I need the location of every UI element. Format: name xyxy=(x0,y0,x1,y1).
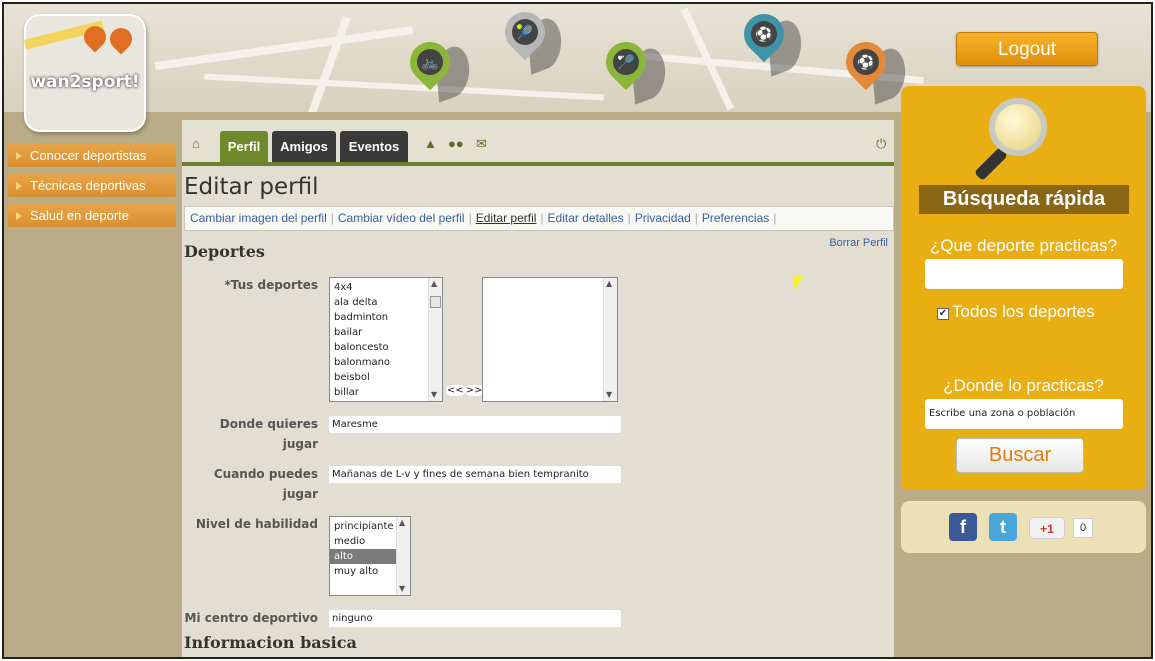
sport-option[interactable]: balonmano xyxy=(330,355,442,370)
subnav-preferencias[interactable]: Preferencias xyxy=(702,211,769,225)
power-icon[interactable]: ⏻ xyxy=(876,136,886,152)
profile-subnav: Cambiar imagen del perfil | Cambiar vídeo … xyxy=(184,206,894,231)
site-logo[interactable]: wan2sport! xyxy=(24,14,146,132)
sports-selected-list[interactable]: ▲ ▼ xyxy=(482,277,618,402)
sport-option[interactable]: billar xyxy=(330,385,442,400)
tab-bar: ⌂ Perfil Amigos Eventos ▲ ●● ✉ ⏻ xyxy=(182,120,894,166)
page-title: Editar perfil xyxy=(184,174,319,200)
tab-amigos[interactable]: Amigos xyxy=(272,131,336,162)
move-right-button[interactable]: >> xyxy=(464,385,484,396)
search-button[interactable]: Buscar xyxy=(956,438,1084,473)
google-plus-count: 0 xyxy=(1073,518,1093,538)
quick-search-panel: Búsqueda rápida ¿Que deporte practicas? … xyxy=(901,86,1146,490)
donde-input[interactable]: Maresme xyxy=(328,415,622,434)
subnav-editar-perfil[interactable]: Editar perfil xyxy=(476,211,537,225)
tab-perfil[interactable]: Perfil xyxy=(220,131,268,162)
centro-input[interactable]: ninguno xyxy=(328,609,622,628)
sport-search-input[interactable] xyxy=(925,259,1123,289)
move-buttons: << >> xyxy=(446,385,484,396)
nivel-label: Nivel de habilidad xyxy=(195,517,318,531)
sport-option[interactable]: baloncesto xyxy=(330,340,442,355)
sport-option[interactable]: beisbol xyxy=(330,370,442,385)
sport-option[interactable]: ala delta xyxy=(330,295,442,310)
quick-search-title: Búsqueda rápida xyxy=(919,185,1129,214)
nav-conocer-deportistas[interactable]: Conocer deportistas xyxy=(8,144,176,167)
checkbox-icon[interactable]: ✔ xyxy=(937,308,949,320)
all-sports-checkbox[interactable]: ✔ Todos los deportes xyxy=(937,302,1095,322)
left-nav: Conocer deportistas Técnicas deportivas … xyxy=(8,144,176,234)
tab-eventos[interactable]: Eventos xyxy=(340,131,408,162)
centro-label: Mi centro deportivo xyxy=(184,611,319,625)
social-panel: f t +1 0 xyxy=(901,501,1146,553)
sport-option[interactable]: bailar xyxy=(330,325,442,340)
browser-frame: 🚲 🎾 🏸 ⚽ ⚽ Logout wan2sport! Conocer depo… xyxy=(2,2,1153,659)
nav-tecnicas-deportivas[interactable]: Técnicas deportivas xyxy=(8,174,176,197)
tus-deportes-label: *Tus deportes xyxy=(224,278,318,292)
section-deportes-heading: Deportes xyxy=(184,242,265,261)
sports-available-list[interactable]: 4x4 ala delta badminton bailar baloncesto bal… xyxy=(329,277,443,402)
home-icon[interactable]: ⌂ xyxy=(192,136,200,151)
sport-option[interactable]: badminton xyxy=(330,310,442,325)
subnav-cambiar-imagen[interactable]: Cambiar imagen del perfil xyxy=(190,211,327,225)
delete-profile-link[interactable]: Borrar Perfil xyxy=(829,237,888,249)
main-content: ⌂ Perfil Amigos Eventos ▲ ●● ✉ ⏻ Editar … xyxy=(182,120,894,657)
where-search-input[interactable]: Escribe una zona o población xyxy=(925,399,1123,429)
nav-salud-en-deporte[interactable]: Salud en deporte xyxy=(8,204,176,227)
mouse-cursor xyxy=(794,276,804,290)
magnifier-icon xyxy=(989,98,1047,156)
subnav-cambiar-video[interactable]: Cambiar vídeo del perfil xyxy=(338,211,465,225)
subnav-editar-detalles[interactable]: Editar detalles xyxy=(548,211,624,225)
google-plus-icon[interactable]: +1 xyxy=(1029,517,1065,539)
sport-question-label: ¿Que deporte practicas? xyxy=(929,236,1118,255)
donde-label: Donde quieres jugar xyxy=(219,417,318,451)
sport-option[interactable]: 4x4 xyxy=(330,280,442,295)
section-info-heading: Informacion basica xyxy=(184,633,357,652)
cuando-label: Cuando puedes jugar xyxy=(213,467,318,501)
subnav-privacidad[interactable]: Privacidad xyxy=(635,211,691,225)
where-question-label: ¿Donde lo practicas? xyxy=(943,376,1104,395)
logout-button[interactable]: Logout xyxy=(956,32,1098,66)
cuando-input[interactable]: Mañanas de L-v y fines de semana bien te… xyxy=(328,465,622,484)
logo-text: wan2sport! xyxy=(30,72,140,92)
move-left-button[interactable]: << xyxy=(446,385,465,396)
bell-icon[interactable]: ▲ xyxy=(424,136,437,151)
nivel-select[interactable]: principiante medio alto muy alto ▲ ▼ xyxy=(329,516,411,596)
facebook-icon[interactable]: f xyxy=(949,513,977,541)
friends-icon[interactable]: ●● xyxy=(448,136,464,151)
mail-icon[interactable]: ✉ xyxy=(476,136,487,152)
twitter-icon[interactable]: t xyxy=(989,513,1017,541)
